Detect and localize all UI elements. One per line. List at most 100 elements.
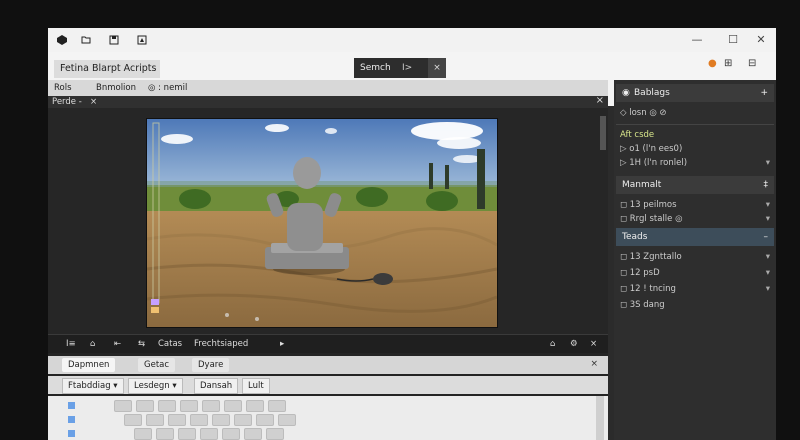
inspector-row-0[interactable]: ◇ losn ◎ ⊘ xyxy=(620,106,770,120)
arrow-icon: I> xyxy=(402,63,413,73)
key-button[interactable] xyxy=(156,428,174,440)
key-button[interactable] xyxy=(134,428,152,440)
filter-lult[interactable]: Lult xyxy=(242,378,270,394)
sub-item-nemil[interactable]: ◎ : nemil xyxy=(148,83,187,93)
filter-ftabddiag[interactable]: Ftabddiag ▾ xyxy=(62,378,124,394)
chevron-down-icon[interactable]: ▾ xyxy=(766,250,770,264)
back-icon[interactable]: ⇤ xyxy=(114,339,121,349)
close-icon[interactable]: × xyxy=(590,359,598,369)
key-button[interactable] xyxy=(244,428,262,440)
scene-tab-close-icon[interactable]: × xyxy=(90,96,97,108)
key-button[interactable] xyxy=(278,414,296,426)
chevron-down-icon[interactable]: ▾ xyxy=(766,156,770,170)
row-label: ▷ o1 (l'n ees0) xyxy=(620,144,683,154)
toolbar-frechtsiaped[interactable]: Frechtsiaped xyxy=(194,339,248,349)
key-button[interactable] xyxy=(256,414,274,426)
inspector-row-8[interactable]: ◻ 12 ! tncing ▾ xyxy=(620,282,770,296)
row-label: Aft csde xyxy=(620,130,655,140)
key-button[interactable] xyxy=(212,414,230,426)
home-icon[interactable]: ⌂ xyxy=(550,339,555,349)
key-button[interactable] xyxy=(158,400,176,412)
key-button[interactable] xyxy=(124,414,142,426)
monitor-frame: — ☐ ✕ Fetina Blarpt Acripts Semch I> × ●… xyxy=(0,0,800,440)
inspector-row-5[interactable]: ◻ Rrgl stalle ◎ ▾ xyxy=(620,212,770,226)
bottom-panel: I≡ ⌂ ⇤ ⇆ Catas Frechtsiaped ▸ ⌂ ⚙ × Dapm… xyxy=(48,334,608,440)
title-bar: — ☐ ✕ xyxy=(48,28,776,52)
gear-icon[interactable]: ⚙ xyxy=(570,339,578,349)
chevron-down-icon[interactable]: ▾ xyxy=(766,212,770,226)
divider xyxy=(616,124,774,125)
maximize-button[interactable]: ☐ xyxy=(724,32,742,48)
chevron-down-icon[interactable]: ▾ xyxy=(766,198,770,212)
swap-icon[interactable]: ⇆ xyxy=(138,339,145,349)
chevron-down-icon[interactable]: ▾ xyxy=(766,266,770,280)
key-button[interactable] xyxy=(114,400,132,412)
inspector-header: ◉ Bablags + xyxy=(616,84,774,102)
play-icon[interactable]: ▸ xyxy=(280,339,284,349)
close-button[interactable]: ✕ xyxy=(752,32,770,48)
key-button[interactable] xyxy=(234,414,252,426)
folder-icon[interactable] xyxy=(80,34,92,46)
game-viewport[interactable] xyxy=(146,118,498,328)
panel-close-icon[interactable]: × xyxy=(596,95,604,106)
close-icon[interactable]: × xyxy=(590,339,597,349)
home-icon[interactable]: ⌂ xyxy=(90,339,95,349)
key-button[interactable] xyxy=(178,428,196,440)
inspector-row-4[interactable]: ◻ 13 peilmos ▾ xyxy=(620,198,770,212)
alert-icon[interactable]: ● xyxy=(708,58,717,69)
tab-getac[interactable]: Getac xyxy=(138,358,176,372)
add-button[interactable]: + xyxy=(760,84,768,102)
unity-logo-icon[interactable] xyxy=(56,34,68,46)
collapse-icon[interactable]: – xyxy=(764,228,769,246)
key-button[interactable] xyxy=(200,428,218,440)
settings-icon[interactable]: ⊞ xyxy=(724,58,732,69)
inspector-header-2: Manmalt ‡ xyxy=(616,176,774,194)
filter-lesdegn[interactable]: Lesdegn ▾ xyxy=(128,378,183,394)
minimize-button[interactable]: — xyxy=(688,32,706,48)
toolbar-catas[interactable]: Catas xyxy=(158,339,182,349)
inspector-row-3[interactable]: ▷ 1H (l'n ronlel) ▾ xyxy=(620,156,770,170)
checkbox[interactable] xyxy=(68,416,75,423)
row-label: ▷ 1H (l'n ronlel) xyxy=(620,158,688,168)
key-button[interactable] xyxy=(246,400,264,412)
tab-dapmnen[interactable]: Dapmnen xyxy=(62,358,116,372)
sort-icon[interactable]: ‡ xyxy=(764,176,769,194)
inspector-row-7[interactable]: ◻ 12 psD ▾ xyxy=(620,266,770,280)
key-button[interactable] xyxy=(190,414,208,426)
toolbar-item-0[interactable]: I≡ xyxy=(66,339,76,349)
editor-window: — ☐ ✕ Fetina Blarpt Acripts Semch I> × ●… xyxy=(48,28,776,440)
scene-render xyxy=(147,119,497,327)
sub-item-bnmolion[interactable]: Bnmolion xyxy=(96,83,136,93)
key-button[interactable] xyxy=(202,400,220,412)
row-label: ◻ 13 peilmos xyxy=(620,200,677,210)
bottom-scrollbar[interactable] xyxy=(596,396,604,440)
row-label: ◻ 12 psD xyxy=(620,268,660,278)
checkbox[interactable] xyxy=(68,402,75,409)
save-icon[interactable] xyxy=(108,34,120,46)
key-button[interactable] xyxy=(136,400,154,412)
key-button[interactable] xyxy=(168,414,186,426)
inspector-panel: ◉ Bablags + ◇ losn ◎ ⊘ Aft csde ▷ o1 (l'… xyxy=(614,80,776,440)
key-button[interactable] xyxy=(146,414,164,426)
search-tab[interactable]: Semch I> × xyxy=(354,58,446,78)
key-button[interactable] xyxy=(268,400,286,412)
scene-tab[interactable]: Perde - xyxy=(52,96,82,108)
key-button[interactable] xyxy=(222,428,240,440)
layout-icon[interactable]: ⊟ xyxy=(748,58,756,69)
chevron-down-icon[interactable]: ▾ xyxy=(766,282,770,296)
viewport-scrollbar[interactable] xyxy=(600,116,606,150)
sub-item-rols[interactable]: Rols xyxy=(54,83,72,93)
key-button[interactable] xyxy=(180,400,198,412)
key-button[interactable] xyxy=(224,400,242,412)
checkbox[interactable] xyxy=(68,430,75,437)
filter-dansah[interactable]: Dansah xyxy=(194,378,239,394)
close-icon[interactable]: × xyxy=(428,58,446,78)
inspector-row-1[interactable]: Aft csde xyxy=(620,128,770,142)
inspector-row-2[interactable]: ▷ o1 (l'n ees0) xyxy=(620,142,770,156)
eye-icon: ◉ xyxy=(622,88,630,98)
build-icon[interactable] xyxy=(136,34,148,46)
key-button[interactable] xyxy=(266,428,284,440)
tab-dyare[interactable]: Dyare xyxy=(192,358,230,372)
inspector-row-9[interactable]: ◻ 3S dang xyxy=(620,298,770,312)
inspector-row-6[interactable]: ◻ 13 Zgnttallo ▾ xyxy=(620,250,770,264)
